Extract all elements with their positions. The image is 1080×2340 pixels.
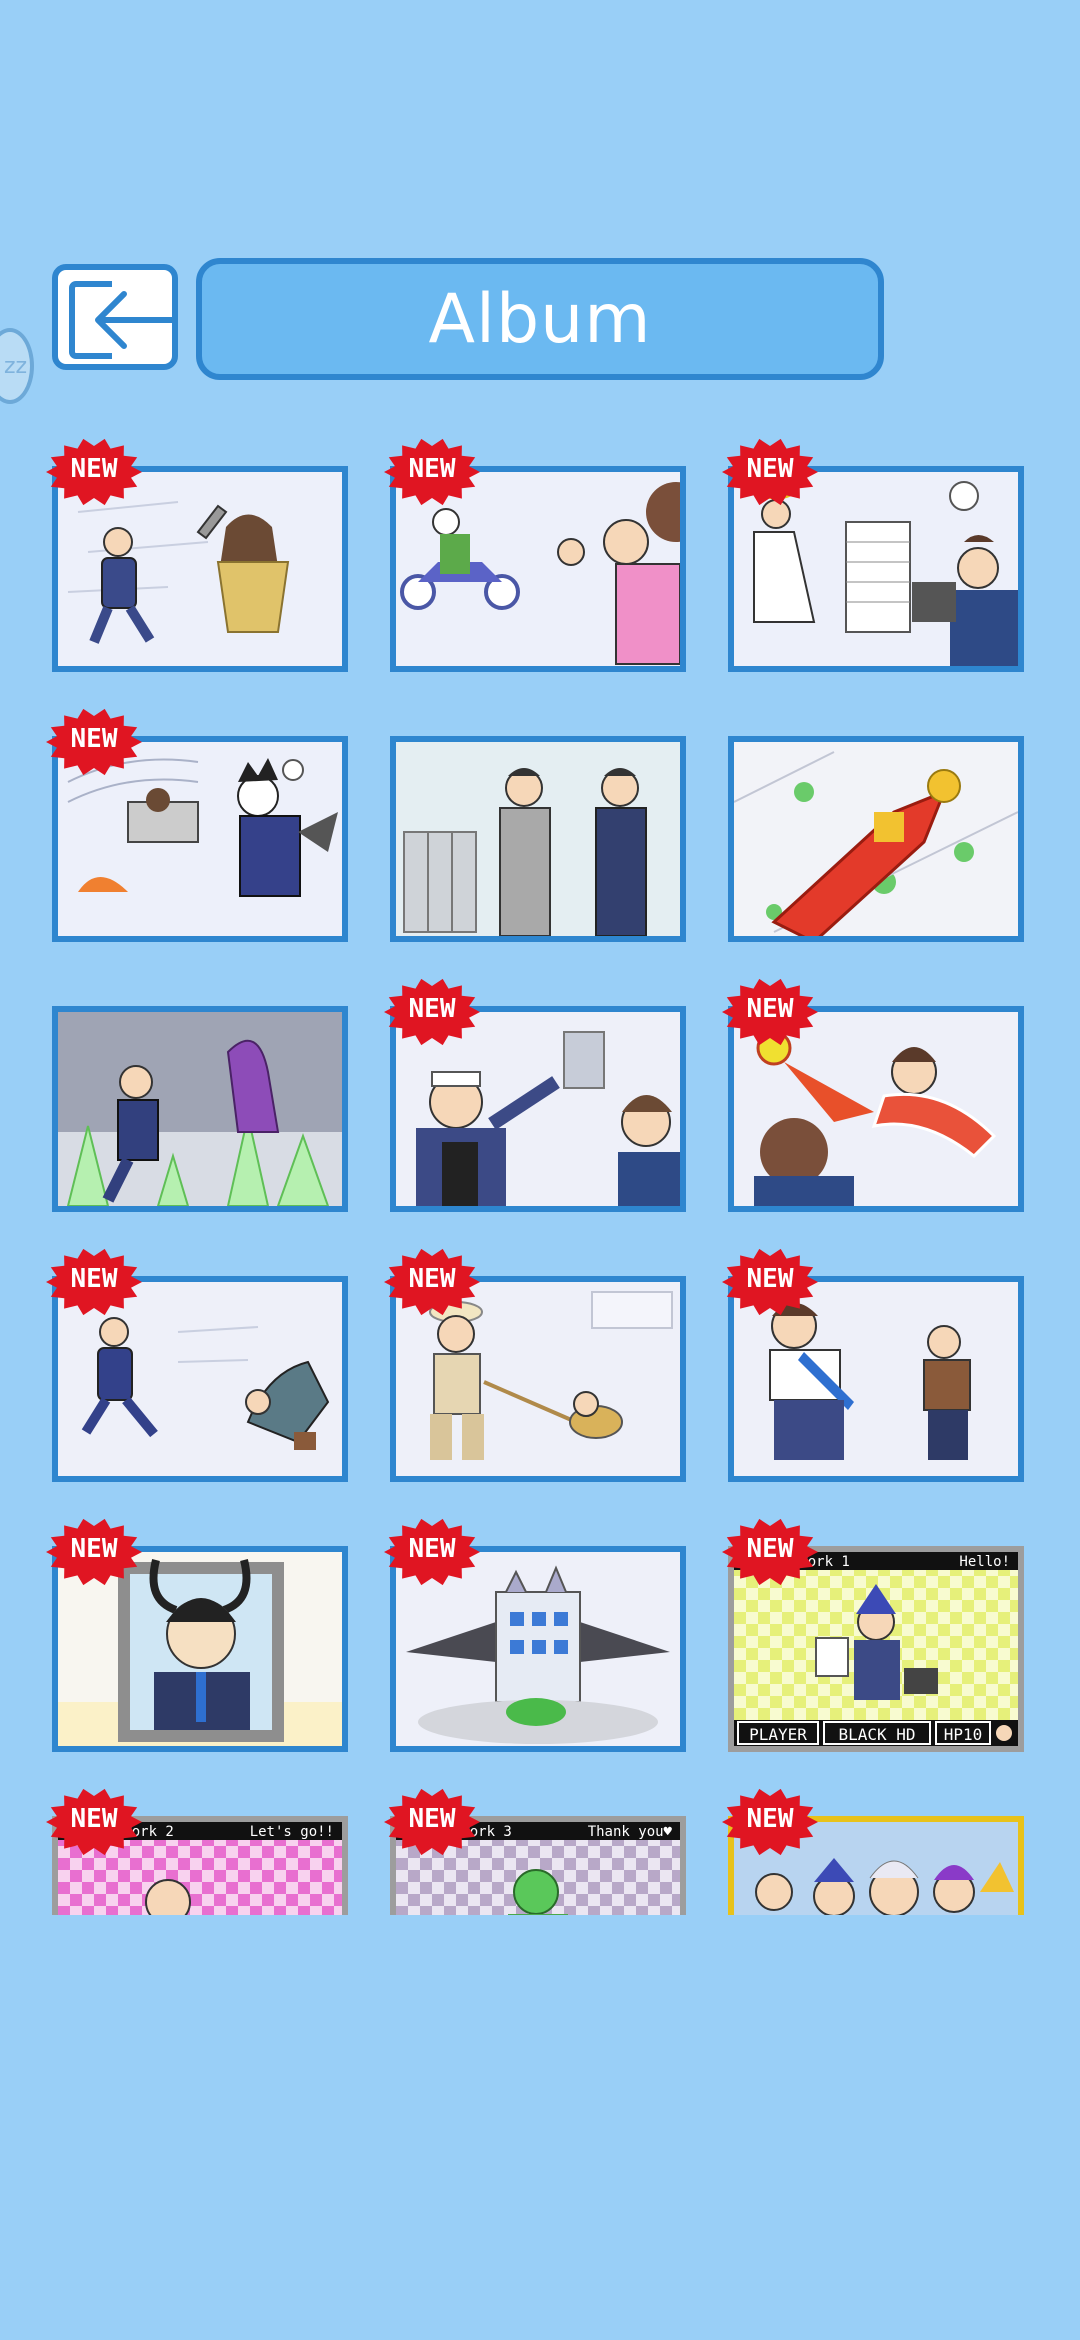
- new-badge-label: NEW: [408, 1264, 456, 1294]
- album-card[interactable]: [728, 736, 1024, 942]
- new-badge: NEW: [722, 976, 818, 1048]
- new-badge-label: NEW: [408, 1534, 456, 1564]
- overlay-top-right: Let's go!!: [250, 1824, 334, 1840]
- new-badge-label: NEW: [408, 994, 456, 1024]
- new-badge: NEW: [46, 1246, 142, 1318]
- new-badge: NEW: [384, 1246, 480, 1318]
- new-badge: NEW: [722, 1786, 818, 1858]
- comic-thumbnail: [396, 742, 680, 936]
- sleep-indicator[interactable]: zz: [0, 328, 34, 404]
- overlay-status-hp: HP10: [944, 1725, 983, 1744]
- comic-thumbnail: [734, 742, 1018, 936]
- overlay-status-class: BLACK HD: [838, 1725, 915, 1744]
- new-badge-label: NEW: [746, 994, 794, 1024]
- new-badge-label: NEW: [746, 1804, 794, 1834]
- album-card[interactable]: [390, 736, 686, 942]
- new-badge: NEW: [46, 706, 142, 778]
- overlay-top-right: Thank you♥: [588, 1824, 673, 1840]
- new-badge-label: NEW: [70, 454, 118, 484]
- new-badge: NEW: [46, 436, 142, 508]
- new-badge: NEW: [384, 436, 480, 508]
- sleep-icon: zz: [4, 354, 28, 379]
- new-badge: NEW: [722, 1516, 818, 1588]
- new-badge-label: NEW: [70, 724, 118, 754]
- new-badge: NEW: [384, 1516, 480, 1588]
- new-badge: NEW: [722, 1246, 818, 1318]
- new-badge: NEW: [384, 976, 480, 1048]
- new-badge-label: NEW: [746, 1534, 794, 1564]
- new-badge-label: NEW: [746, 1264, 794, 1294]
- new-badge-label: NEW: [408, 1804, 456, 1834]
- album-card[interactable]: [52, 1006, 348, 1212]
- new-badge: NEW: [384, 1786, 480, 1858]
- overlay-status-player: PLAYER: [749, 1725, 807, 1744]
- comic-thumbnail: [58, 1012, 342, 1206]
- album-title-bar: Album: [196, 258, 884, 380]
- exit-arrow-icon: [69, 281, 174, 359]
- album-grid: ng Work 1 Hello! PLAYER BLACK HD HP10 ng…: [0, 430, 1080, 1915]
- new-badge-label: NEW: [70, 1804, 118, 1834]
- overlay-top-right: Hello!: [959, 1554, 1010, 1570]
- page-title: Album: [428, 279, 652, 359]
- new-badge-label: NEW: [70, 1264, 118, 1294]
- back-button[interactable]: [52, 264, 178, 370]
- new-badge: NEW: [46, 1786, 142, 1858]
- new-badge-label: NEW: [408, 454, 456, 484]
- new-badge-label: NEW: [746, 454, 794, 484]
- new-badge: NEW: [46, 1516, 142, 1588]
- new-badge: NEW: [722, 436, 818, 508]
- new-badge-label: NEW: [70, 1534, 118, 1564]
